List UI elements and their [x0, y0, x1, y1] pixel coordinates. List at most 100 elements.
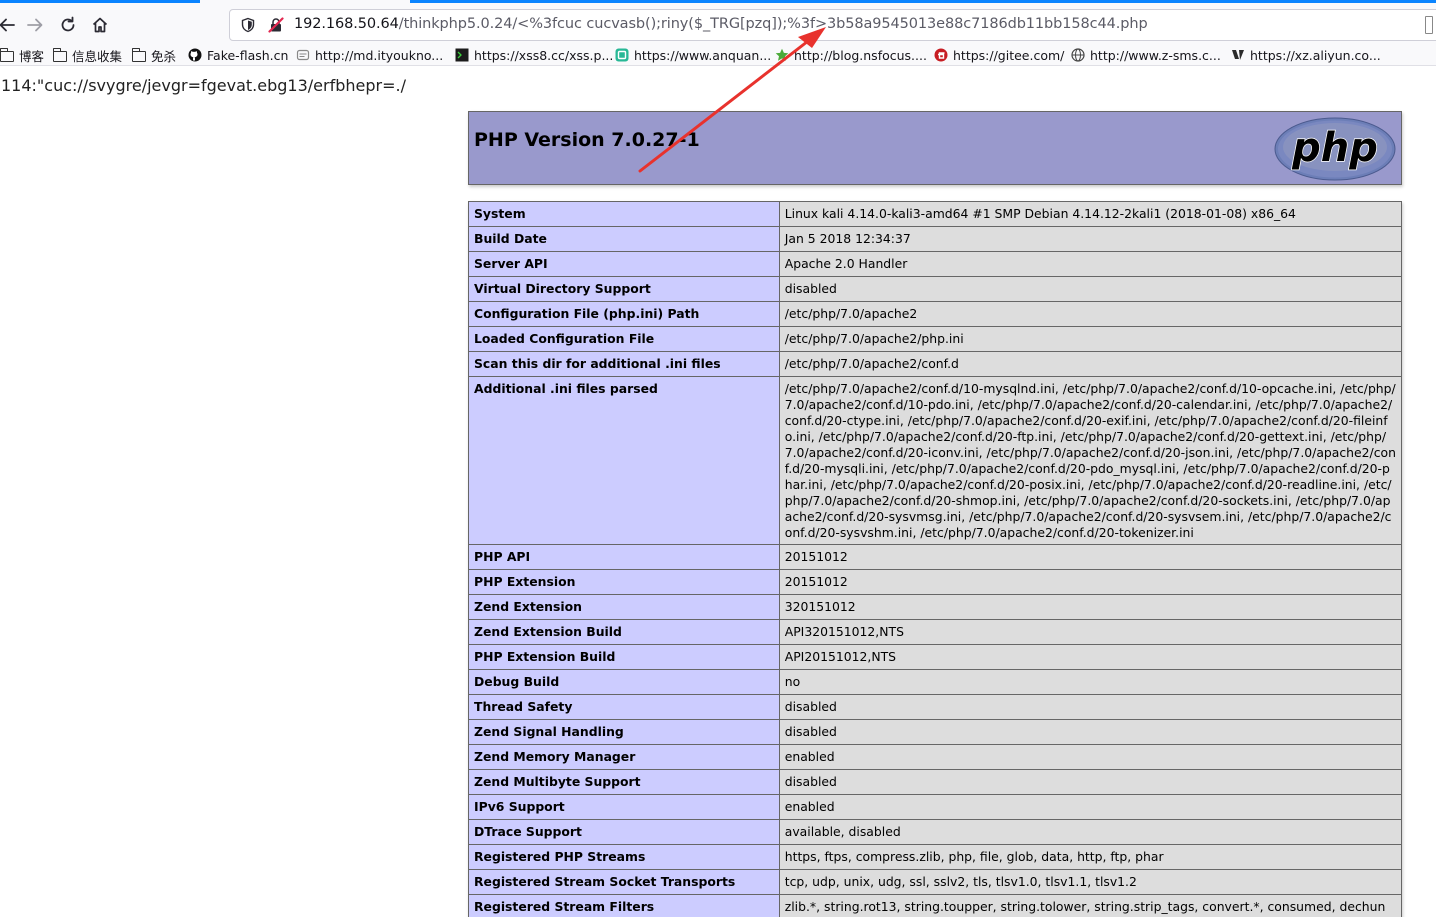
folder-icon — [0, 47, 14, 62]
navigation-toolbar: 192.168.50.64/thinkphp5.0.24/<%3fcuc cuc… — [0, 0, 1436, 44]
row-value: Apache 2.0 Handler — [778, 251, 1403, 277]
row-key: System — [468, 201, 780, 227]
table-row: Server API Apache 2.0 Handler — [468, 251, 1403, 277]
row-value: API20151012,NTS — [778, 644, 1403, 670]
table-row: Registered PHP Streams https, ftps, compr… — [468, 844, 1403, 870]
row-value: disabled — [778, 719, 1403, 745]
bookmark-label: http://www.z-sms.c... — [1090, 47, 1221, 63]
bookmark-anquanke[interactable]: https://www.anquan... — [615, 45, 771, 65]
row-key: PHP API — [468, 544, 780, 570]
bookmark-gitee[interactable]: https://gitee.com/ — [934, 45, 1064, 65]
table-row: Thread Safety disabled — [468, 694, 1403, 720]
row-value: enabled — [778, 744, 1403, 770]
insecure-connection-icon[interactable] — [268, 17, 284, 33]
back-button[interactable] — [0, 12, 20, 38]
row-key: Registered Stream Filters — [468, 894, 780, 917]
home-button[interactable] — [87, 12, 113, 38]
table-row: Zend Extension 320151012 — [468, 594, 1403, 620]
reader-view-icon[interactable] — [1425, 16, 1433, 34]
row-value: API320151012,NTS — [778, 619, 1403, 645]
row-value: 320151012 — [778, 594, 1403, 620]
url-path: /thinkphp5.0.24/<%3fcuc cucvasb();riny($… — [398, 16, 1148, 32]
bookmark-label: 博客 — [19, 48, 45, 64]
bookmark-folder-av-evasion[interactable]: 免杀 — [131, 45, 177, 65]
bookmark-ityouknow[interactable]: http://md.ityoukno... — [296, 45, 443, 65]
active-tab-indicator — [200, 0, 410, 3]
bookmark-fake-flash[interactable]: Fake-flash.cn — [188, 45, 288, 65]
row-key: Thread Safety — [468, 694, 780, 720]
table-row: Loaded Configuration File/etc/php/7.0/ap… — [468, 326, 1403, 352]
row-key: Server API — [468, 251, 780, 277]
row-key: Build Date — [468, 226, 780, 252]
row-key: Zend Signal Handling — [468, 719, 780, 745]
table-row: Configuration File (php.ini) Path/etc/ph… — [468, 301, 1403, 327]
bookmark-label: https://www.anquan... — [634, 47, 772, 63]
row-key: Zend Memory Manager — [468, 744, 780, 770]
row-key: Registered Stream Socket Transports — [468, 869, 780, 895]
bookmark-label: Fake-flash.cn — [207, 47, 289, 63]
anquanke-icon — [615, 48, 629, 62]
bookmark-label: http://blog.nsfocus.... — [794, 47, 927, 63]
table-row: Zend Extension Build API320151012,NTS — [468, 619, 1403, 645]
table-row: Zend Memory Manager enabled — [468, 744, 1403, 770]
terminal-icon — [455, 48, 469, 62]
url-text[interactable]: 192.168.50.64/thinkphp5.0.24/<%3fcuc cuc… — [294, 16, 1148, 32]
bookmark-z-sms[interactable]: http://www.z-sms.c... — [1071, 45, 1221, 65]
gitee-icon — [934, 48, 948, 62]
row-value: disabled — [778, 694, 1403, 720]
table-row: PHP Extension Build API20151012,NTS — [468, 644, 1403, 670]
row-value: Linux kali 4.14.0-kali3-amd64 #1 SMP Deb… — [778, 201, 1403, 227]
github-icon — [188, 48, 202, 62]
table-row: DTrace Support available, disabled — [468, 819, 1403, 845]
table-row: Debug Build no — [468, 669, 1403, 695]
star-icon — [775, 48, 789, 61]
back-icon — [0, 18, 15, 32]
row-key: PHP Extension — [468, 569, 780, 595]
row-value: available, disabled — [778, 819, 1403, 845]
reload-button[interactable] — [55, 12, 81, 38]
bookmark-label: 免杀 — [151, 48, 177, 64]
bookmark-xss8[interactable]: https://xss8.cc/xss.p... — [455, 45, 613, 65]
row-value: 20151012 — [778, 569, 1403, 595]
row-key: Zend Extension — [468, 594, 780, 620]
row-value: no — [778, 669, 1403, 695]
table-row: Zend Multibyte Support disabled — [468, 769, 1403, 795]
row-value: https, ftps, compress.zlib, php, file, g… — [778, 844, 1403, 870]
row-value: /etc/php/7.0/apache2/conf.d/10-mysqlnd.i… — [778, 376, 1403, 545]
row-value: disabled — [778, 769, 1403, 795]
row-key: DTrace Support — [468, 819, 780, 845]
row-key: Additional .ini files parsed — [468, 376, 780, 545]
row-value: tcp, udp, unix, udg, ssl, sslv2, tls, tl… — [778, 869, 1403, 895]
table-row: Additional .ini files parsed/etc/php/7.0… — [468, 376, 1403, 545]
phpinfo-table: System Linux kali 4.14.0-kali3-amd64 #1 S… — [468, 201, 1403, 917]
row-key: IPv6 Support — [468, 794, 780, 820]
bookmark-label: https://xz.aliyun.co... — [1250, 47, 1381, 63]
table-row: Build Date Jan 5 2018 12:34:37 — [468, 226, 1403, 252]
bookmark-nsfocus[interactable]: http://blog.nsfocus.... — [775, 45, 927, 65]
phpinfo-header: PHP Version 7.0.27-1 php — [468, 111, 1402, 185]
address-bar[interactable]: 192.168.50.64/thinkphp5.0.24/<%3fcuc cuc… — [229, 9, 1436, 41]
table-row: PHP API 20151012 — [468, 544, 1403, 570]
bookmark-label: http://md.ityoukno... — [315, 47, 444, 63]
table-row: Registered Stream Socket Transports tcp, … — [468, 869, 1403, 895]
folder-icon — [52, 47, 67, 62]
table-row: Zend Signal Handling disabled — [468, 719, 1403, 745]
table-row: PHP Extension 20151012 — [468, 569, 1403, 595]
php-logo: php — [1274, 117, 1396, 181]
row-value: Jan 5 2018 12:34:37 — [778, 226, 1403, 252]
bookmark-xianzhi[interactable]: https://xz.aliyun.co... — [1231, 45, 1381, 65]
row-key: Scan this dir for additional .ini files — [468, 351, 780, 377]
row-value: disabled — [778, 276, 1403, 302]
globe-icon — [1071, 48, 1085, 62]
row-key: Virtual Directory Support — [468, 276, 780, 302]
page-icon — [296, 49, 310, 61]
bookmark-label: 信息收集 — [72, 48, 123, 64]
row-value: enabled — [778, 794, 1403, 820]
shield-icon[interactable] — [240, 17, 256, 33]
forward-button[interactable] — [22, 12, 48, 38]
row-value: /etc/php/7.0/apache2/php.ini — [778, 326, 1403, 352]
row-key: Loaded Configuration File — [468, 326, 780, 352]
url-host: 192.168.50.64 — [294, 16, 399, 32]
bookmark-folder-blog[interactable]: 博客 — [0, 45, 44, 65]
bookmark-folder-info-gathering[interactable]: 信息收集 — [52, 45, 123, 65]
